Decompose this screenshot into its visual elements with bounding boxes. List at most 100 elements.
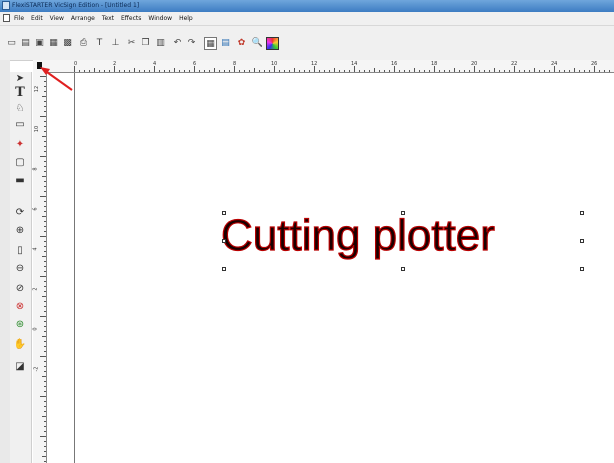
ruler-tick — [529, 70, 530, 72]
vertical-ruler[interactable]: 12 10 8 6 4 2 0 -2 — [33, 72, 47, 463]
frame-icon[interactable]: ▢ — [12, 156, 28, 169]
redo-icon[interactable]: ↷ — [186, 37, 197, 48]
ruler-tick — [374, 68, 375, 72]
ruler-tick — [44, 286, 46, 287]
selection-handle[interactable] — [580, 239, 584, 243]
ruler-tick — [42, 96, 46, 97]
ruler-tick — [504, 70, 505, 72]
pan-hand-icon[interactable]: ✋ — [12, 338, 28, 351]
ruler-tick — [40, 316, 46, 317]
rotate-view-icon[interactable]: ⟳ — [12, 206, 28, 219]
ruler-tick — [42, 376, 46, 377]
ruler-tick — [44, 86, 46, 87]
canvas-text-object[interactable]: Cutting plotter — [220, 206, 495, 266]
save-as-icon[interactable]: ▦ — [48, 37, 59, 48]
selection-handle[interactable] — [580, 267, 584, 271]
selection-handle[interactable] — [401, 267, 405, 271]
select-arrow-icon[interactable]: ➤ — [12, 72, 28, 85]
cut-icon[interactable]: ✂ — [126, 37, 137, 48]
ruler-tick — [369, 70, 370, 72]
undo-icon[interactable]: ↶ — [172, 37, 183, 48]
zoom-in-icon[interactable]: ⊕ — [12, 224, 28, 237]
ruler-tick — [44, 181, 46, 182]
ruler-tick — [44, 311, 46, 312]
ruler-tick — [274, 66, 275, 72]
rectangle-icon[interactable]: ▭ — [12, 118, 28, 131]
open-icon[interactable]: ▤ — [20, 37, 31, 48]
zoom-out-icon[interactable]: ⊖ — [12, 262, 28, 275]
ruler-tool-icon[interactable]: ▬ — [12, 174, 28, 187]
ruler-tick — [569, 70, 570, 72]
zoom-previous-icon[interactable]: ⊘ — [12, 282, 28, 295]
layout-icon[interactable]: ▤ — [220, 37, 231, 48]
ruler-tick — [44, 371, 46, 372]
ruler-tick — [134, 68, 135, 72]
paste-icon[interactable]: ▥ — [155, 37, 166, 48]
ruler-tick — [169, 70, 170, 72]
zoom-selection-icon[interactable]: ⊗ — [12, 300, 28, 313]
ruler-tick — [319, 70, 320, 72]
selection-handle[interactable] — [580, 211, 584, 215]
selection-handle[interactable] — [401, 211, 405, 215]
zoom-page-icon[interactable]: ▯ — [12, 244, 28, 257]
ruler-tick — [124, 70, 125, 72]
ruler-tick — [454, 68, 455, 72]
ruler-tick — [264, 70, 265, 72]
print-icon[interactable]: ⎙ — [78, 37, 89, 48]
stamp-icon[interactable]: ⊥ — [110, 37, 121, 48]
copy-icon[interactable]: ❐ — [140, 37, 151, 48]
main-toolbar: ▭ ▤ ▣ ▦ ▩ ⎙ T ⊥ ✂ ❐ ▥ ↶ ↷ ▦ ▤ ✿ 🔍 — [0, 26, 614, 61]
ruler-tick — [44, 221, 46, 222]
ruler-tick — [229, 70, 230, 72]
ruler-tick — [44, 346, 46, 347]
text-tool-icon[interactable]: T — [94, 37, 105, 48]
selection-handle[interactable] — [222, 211, 226, 215]
menu-help[interactable]: Help — [179, 12, 193, 25]
ruler-tick — [44, 341, 46, 342]
ruler-tick — [44, 266, 46, 267]
ruler-tick — [434, 66, 435, 72]
ruler-tick — [44, 261, 46, 262]
palette-icon[interactable] — [266, 37, 279, 50]
menu-text[interactable]: Text — [102, 12, 114, 25]
ruler-label: 6 — [32, 207, 39, 211]
ruler-tick — [589, 70, 590, 72]
selection-handle[interactable] — [222, 267, 226, 271]
color-wheel-icon[interactable]: ✿ — [236, 37, 247, 48]
document-icon[interactable] — [3, 14, 10, 22]
ruler-tick — [44, 421, 46, 422]
ruler-tick — [524, 70, 525, 72]
ruler-tick — [44, 306, 46, 307]
ruler-tick — [354, 66, 355, 72]
save-icon[interactable]: ▣ — [34, 37, 45, 48]
menu-effects[interactable]: Effects — [121, 12, 141, 25]
ruler-tick — [534, 68, 535, 72]
ruler-tick — [42, 456, 46, 457]
selection-handle[interactable] — [222, 239, 226, 243]
menu-view[interactable]: View — [50, 12, 64, 25]
shape-tool-icon[interactable]: ♘ — [12, 102, 28, 115]
text-tool-icon-left[interactable]: T — [12, 85, 28, 100]
ruler-tick — [94, 68, 95, 72]
ruler-tick — [42, 216, 46, 217]
ruler-tick — [42, 296, 46, 297]
horizontal-ruler[interactable]: 0 2 4 6 8 10 12 14 16 18 20 22 24 26 — [46, 60, 614, 73]
drawing-canvas[interactable] — [47, 73, 614, 463]
grid-icon[interactable]: ▦ — [204, 37, 217, 50]
ruler-tick — [44, 211, 46, 212]
fill-color-icon[interactable]: ◪ — [12, 360, 28, 373]
ruler-tick — [474, 66, 475, 72]
menu-arrange[interactable]: Arrange — [71, 12, 95, 25]
node-edit-icon[interactable]: ✦ — [12, 138, 28, 151]
menu-file[interactable]: File — [14, 12, 24, 25]
new-icon[interactable]: ▭ — [6, 37, 17, 48]
menu-window[interactable]: Window — [148, 12, 172, 25]
ruler-tick — [44, 386, 46, 387]
ruler-tick — [44, 351, 46, 352]
import-icon[interactable]: ▩ — [62, 37, 73, 48]
menu-edit[interactable]: Edit — [31, 12, 43, 25]
zoom-icon[interactable]: 🔍 — [252, 37, 263, 48]
ruler-tick — [44, 91, 46, 92]
zoom-all-icon[interactable]: ⊛ — [12, 318, 28, 331]
ruler-tick — [44, 441, 46, 442]
